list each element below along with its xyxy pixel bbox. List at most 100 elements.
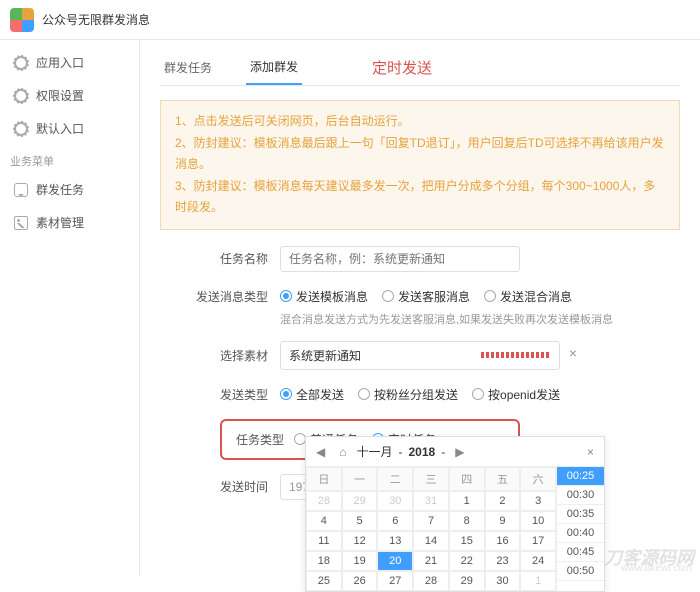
- calendar-day[interactable]: 25: [306, 571, 342, 591]
- radio-template-msg[interactable]: 发送模板消息: [280, 288, 368, 305]
- calendar-grid: 日一二三四五六 28293031123456789101112131415161…: [306, 467, 556, 591]
- calendar-time[interactable]: 00:30: [557, 486, 604, 505]
- calendar-weekday: 五: [485, 467, 521, 491]
- radio-mixed-msg[interactable]: 发送混合消息: [484, 288, 572, 305]
- tab-bar: 群发任务 添加群发 定时发送: [160, 50, 680, 86]
- notice-line: 3、防封建议：模板消息每天建议最多发一次，把用户分成多个分组，每个300~100…: [175, 176, 665, 219]
- tab-broadcast-tasks[interactable]: 群发任务: [160, 51, 216, 84]
- calendar-day[interactable]: 20: [377, 551, 413, 571]
- calendar-day[interactable]: 6: [377, 511, 413, 531]
- calendar-next-icon[interactable]: ▶: [451, 445, 468, 459]
- datetime-picker: ◀ ⌂ 十一月 - 2018 - ▶ × 日一二三四五六 28293031123…: [305, 436, 605, 592]
- material-label: 选择素材: [160, 347, 280, 364]
- calendar-time-column: 00:2500:3000:3500:4000:4500:50: [556, 467, 604, 591]
- task-name-label: 任务名称: [160, 250, 280, 267]
- tab-add-broadcast[interactable]: 添加群发: [246, 50, 302, 85]
- send-type-label: 发送类型: [160, 386, 280, 403]
- calendar-day[interactable]: 22: [449, 551, 485, 571]
- msg-type-label: 发送消息类型: [160, 288, 280, 305]
- calendar-day[interactable]: 15: [449, 531, 485, 551]
- material-select[interactable]: 系统更新通知 ×: [280, 341, 560, 370]
- calendar-day[interactable]: 30: [485, 571, 521, 591]
- sidebar-item-app-entry[interactable]: 应用入口: [0, 46, 139, 79]
- calendar-day[interactable]: 3: [520, 491, 556, 511]
- radio-icon: [358, 388, 370, 400]
- calendar-day[interactable]: 14: [413, 531, 449, 551]
- calendar-weekday: 一: [342, 467, 378, 491]
- sidebar-item-broadcast-tasks[interactable]: 群发任务: [0, 173, 139, 206]
- calendar-day[interactable]: 9: [485, 511, 521, 531]
- calendar-day[interactable]: 21: [413, 551, 449, 571]
- sidebar-item-label: 群发任务: [36, 181, 84, 198]
- calendar-day[interactable]: 5: [342, 511, 378, 531]
- sidebar-item-permission[interactable]: 权限设置: [0, 79, 139, 112]
- calendar-year-label[interactable]: 2018: [409, 445, 436, 459]
- calendar-day[interactable]: 28: [306, 491, 342, 511]
- radio-customer-msg[interactable]: 发送客服消息: [382, 288, 470, 305]
- radio-send-all[interactable]: 全部发送: [280, 386, 344, 403]
- calendar-day[interactable]: 17: [520, 531, 556, 551]
- calendar-day[interactable]: 27: [377, 571, 413, 591]
- calendar-day[interactable]: 31: [413, 491, 449, 511]
- calendar-month-label[interactable]: 十一月: [356, 443, 392, 460]
- radio-send-by-openid[interactable]: 按openid发送: [472, 386, 560, 403]
- calendar-weekday: 日: [306, 467, 342, 491]
- radio-send-by-group[interactable]: 按粉丝分组发送: [358, 386, 458, 403]
- msg-type-hint: 混合消息发送方式为先发送客服消息,如果发送失败再次发送模板消息: [280, 311, 680, 327]
- gear-icon: [14, 122, 28, 136]
- gear-icon: [14, 89, 28, 103]
- calendar-day[interactable]: 29: [342, 491, 378, 511]
- sidebar-item-materials[interactable]: 素材管理: [0, 206, 139, 239]
- calendar-time[interactable]: 00:45: [557, 543, 604, 562]
- sidebar-item-label: 权限设置: [36, 87, 84, 104]
- sidebar-item-label: 素材管理: [36, 214, 84, 231]
- calendar-day[interactable]: 13: [377, 531, 413, 551]
- calendar-day[interactable]: 7: [413, 511, 449, 531]
- calendar-day[interactable]: 4: [306, 511, 342, 531]
- notice-line: 1、点击发送后可关闭网页，后台自动运行。: [175, 111, 665, 133]
- radio-icon: [382, 290, 394, 302]
- calendar-day[interactable]: 24: [520, 551, 556, 571]
- task-name-input[interactable]: [280, 246, 520, 272]
- material-value: 系统更新通知: [289, 347, 361, 364]
- radio-icon: [280, 290, 292, 302]
- calendar-weekday: 六: [520, 467, 556, 491]
- calendar-day[interactable]: 30: [377, 491, 413, 511]
- radio-icon: [472, 388, 484, 400]
- calendar-day[interactable]: 1: [449, 491, 485, 511]
- material-thumbnail: [481, 348, 551, 362]
- calendar-day[interactable]: 19: [342, 551, 378, 571]
- sidebar-item-default-entry[interactable]: 默认入口: [0, 112, 139, 145]
- calendar-day[interactable]: 18: [306, 551, 342, 571]
- calendar-day[interactable]: 11: [306, 531, 342, 551]
- send-time-label: 发送时间: [160, 478, 280, 495]
- calendar-weekday: 二: [377, 467, 413, 491]
- calendar-day[interactable]: 16: [485, 531, 521, 551]
- calendar-home-icon[interactable]: ⌂: [335, 445, 350, 459]
- calendar-time[interactable]: 00:35: [557, 505, 604, 524]
- calendar-weekday: 三: [413, 467, 449, 491]
- calendar-day[interactable]: 28: [413, 571, 449, 591]
- sidebar-section-label: 业务菜单: [0, 145, 139, 173]
- sidebar-item-label: 应用入口: [36, 54, 84, 71]
- watermark-url: www.dkewl.com: [621, 563, 692, 574]
- app-title: 公众号无限群发消息: [42, 11, 150, 28]
- calendar-day[interactable]: 29: [449, 571, 485, 591]
- notice-line: 2、防封建议：模板消息最后跟上一句「回复TD退订」，用户回复后TD可选择不再给该…: [175, 133, 665, 176]
- calendar-day[interactable]: 1: [520, 571, 556, 591]
- calendar-weekday: 四: [449, 467, 485, 491]
- calendar-day[interactable]: 2: [485, 491, 521, 511]
- calendar-time[interactable]: 00:50: [557, 562, 604, 581]
- calendar-day[interactable]: 12: [342, 531, 378, 551]
- notice-box: 1、点击发送后可关闭网页，后台自动运行。 2、防封建议：模板消息最后跟上一句「回…: [160, 100, 680, 230]
- calendar-prev-year-icon[interactable]: ◀: [312, 445, 329, 459]
- calendar-day[interactable]: 23: [485, 551, 521, 571]
- calendar-time[interactable]: 00:25: [557, 467, 604, 486]
- calendar-day[interactable]: 8: [449, 511, 485, 531]
- close-icon[interactable]: ×: [569, 345, 577, 361]
- calendar-close-icon[interactable]: ×: [583, 445, 598, 459]
- calendar-day[interactable]: 10: [520, 511, 556, 531]
- calendar-day[interactable]: 26: [342, 571, 378, 591]
- app-header: 公众号无限群发消息: [0, 0, 700, 40]
- calendar-time[interactable]: 00:40: [557, 524, 604, 543]
